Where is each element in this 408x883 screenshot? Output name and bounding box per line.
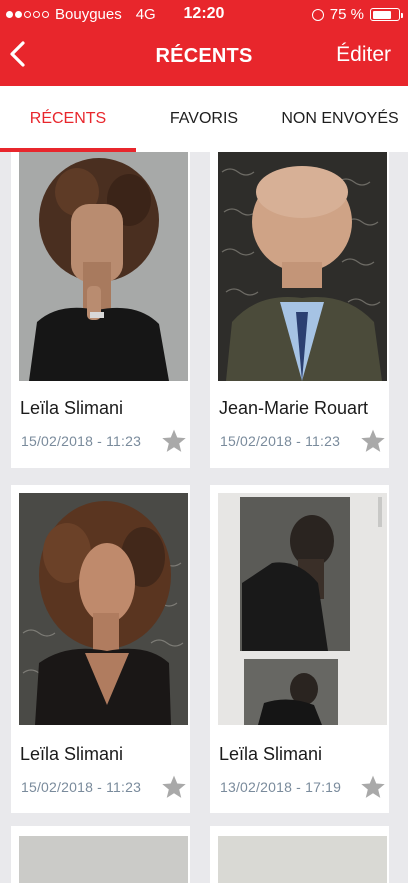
photo-card[interactable]: Leïla Slimani 13/02/2018 - 17:19 <box>210 485 389 813</box>
alarm-icon <box>311 8 324 21</box>
tab-bar: RÉCENTS FAVORIS NON ENVOYÉS <box>0 86 408 152</box>
photo-card[interactable]: Jean-Marie Rouart 15/02/2018 - 11:23 <box>210 152 389 468</box>
photo-thumbnail <box>19 836 188 883</box>
photo-thumbnail <box>19 152 188 381</box>
contact-name: Leïla Slimani <box>20 398 124 418</box>
tab-favoris[interactable]: FAVORIS <box>136 110 272 128</box>
photo-thumbnail <box>19 493 188 725</box>
status-bar: Bouygues 4G 12:20 75 % <box>0 0 408 30</box>
tab-recents[interactable]: RÉCENTS <box>0 110 136 128</box>
app-screen: Bouygues 4G 12:20 75 % RÉCENTS Éditer RÉ… <box>0 0 408 883</box>
favorite-star-icon[interactable] <box>360 774 386 800</box>
status-right: 75 % <box>311 6 403 23</box>
favorite-star-icon[interactable] <box>161 774 187 800</box>
contact-name: Jean-Marie Rouart <box>219 398 369 418</box>
photo-thumbnail <box>218 152 387 381</box>
photo-date: 15/02/2018 - 11:23 <box>21 433 142 449</box>
contact-name: Leïla Slimani <box>20 744 124 764</box>
photo-card[interactable] <box>210 826 389 883</box>
photo-thumbnail <box>218 836 387 883</box>
app-header: Bouygues 4G 12:20 75 % RÉCENTS Éditer <box>0 0 408 86</box>
tab-non-envoyes[interactable]: NON ENVOYÉS <box>272 110 408 128</box>
favorite-star-icon[interactable] <box>161 428 187 454</box>
photo-date: 15/02/2018 - 11:23 <box>220 433 341 449</box>
battery-percent: 75 % <box>329 6 364 23</box>
photo-date: 15/02/2018 - 11:23 <box>21 779 142 795</box>
photo-card[interactable]: Leïla Slimani 15/02/2018 - 11:23 <box>11 485 190 813</box>
photo-thumbnail <box>218 493 387 725</box>
edit-button[interactable]: Éditer <box>336 43 391 67</box>
favorite-star-icon[interactable] <box>360 428 386 454</box>
navigation-bar: RÉCENTS Éditer <box>0 30 408 86</box>
contact-name: Leïla Slimani <box>219 744 323 764</box>
photo-card[interactable]: Leïla Slimani 15/02/2018 - 11:23 <box>11 152 190 468</box>
photo-date: 13/02/2018 - 17:19 <box>220 779 342 795</box>
battery-icon <box>370 8 403 21</box>
photo-card[interactable] <box>11 826 190 883</box>
